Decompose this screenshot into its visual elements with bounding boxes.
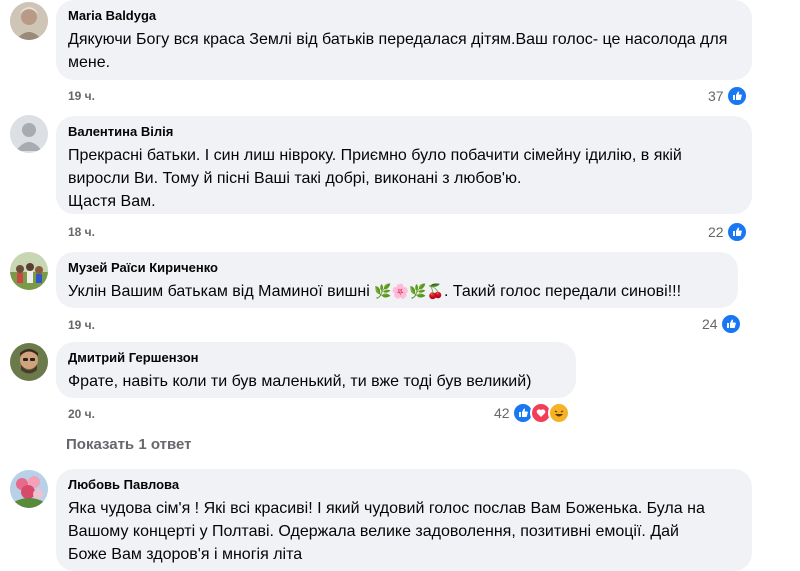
comment-text: Дякуючи Богу вся краса Землі від батьків… xyxy=(68,31,728,71)
comment-author[interactable]: Maria Baldyga xyxy=(68,8,740,24)
comment-text: Фрате, навіть коли ти був маленький, ти … xyxy=(68,373,532,390)
show-replies-suffix: ответ xyxy=(146,436,192,453)
reaction-count: 42 xyxy=(494,405,510,421)
comment-bubble: Любовь Павлова Яка чудова сім'я ! Які вс… xyxy=(56,469,752,571)
like-icon xyxy=(719,313,742,335)
like-icon xyxy=(725,85,748,107)
comment-timestamp[interactable]: 20 ч. xyxy=(68,407,95,421)
avatar[interactable] xyxy=(10,2,48,40)
like-icon xyxy=(725,221,748,243)
comment-author[interactable]: Любовь Павлова xyxy=(68,477,740,493)
comment-bubble: Музей Раїси Кириченко Уклін Вашим батька… xyxy=(56,252,738,308)
comment-author[interactable]: Дмитрий Гершензон xyxy=(68,350,564,366)
comment-timestamp[interactable]: 19 ч. xyxy=(68,89,95,103)
reactions-summary[interactable]: 37 xyxy=(708,85,748,107)
reaction-count: 24 xyxy=(702,316,718,332)
comment-text-line: Щастя Вам. xyxy=(68,193,156,210)
avatar[interactable] xyxy=(10,470,48,508)
reaction-count: 22 xyxy=(708,224,724,240)
comment-text: Яка чудова сім'я ! Які всі красиві! І як… xyxy=(68,500,705,563)
avatar[interactable] xyxy=(10,115,48,153)
reactions-summary[interactable]: 42 xyxy=(494,402,570,424)
show-replies-link[interactable]: Показать 1 ответ xyxy=(66,436,191,453)
show-replies-prefix: Показать xyxy=(66,436,139,453)
haha-icon xyxy=(547,402,570,424)
comment-timestamp[interactable]: 19 ч. xyxy=(68,318,95,332)
comment-text: Уклін Вашим батькам від Маминої вишні 🌿🌸… xyxy=(68,280,726,304)
comment-text: Прекрасні батьки. І син лиш нівроку. При… xyxy=(68,147,682,187)
emoji-sequence: 🌿🌸🌿🍒 xyxy=(374,284,444,300)
comment-text-end: . Такий голос передали синові!!! xyxy=(443,283,682,300)
comment-author[interactable]: Валентина Вілія xyxy=(68,124,740,140)
show-replies-count: 1 xyxy=(138,436,147,453)
avatar[interactable] xyxy=(10,343,48,381)
reaction-count: 37 xyxy=(708,88,724,104)
reactions-summary[interactable]: 24 xyxy=(702,313,742,335)
comment-bubble: Дмитрий Гершензон Фрате, навіть коли ти … xyxy=(56,342,576,398)
comment-bubble: Maria Baldyga Дякуючи Богу вся краса Зем… xyxy=(56,0,752,80)
reactions-summary[interactable]: 22 xyxy=(708,221,748,243)
avatar[interactable] xyxy=(10,252,48,290)
comment-timestamp[interactable]: 18 ч. xyxy=(68,225,95,239)
comment-author[interactable]: Музей Раїси Кириченко xyxy=(68,260,726,276)
comment-bubble: Валентина Вілія Прекрасні батьки. І син … xyxy=(56,116,752,214)
comment-text-start: Уклін Вашим батькам від Маминої вишні xyxy=(68,283,370,300)
